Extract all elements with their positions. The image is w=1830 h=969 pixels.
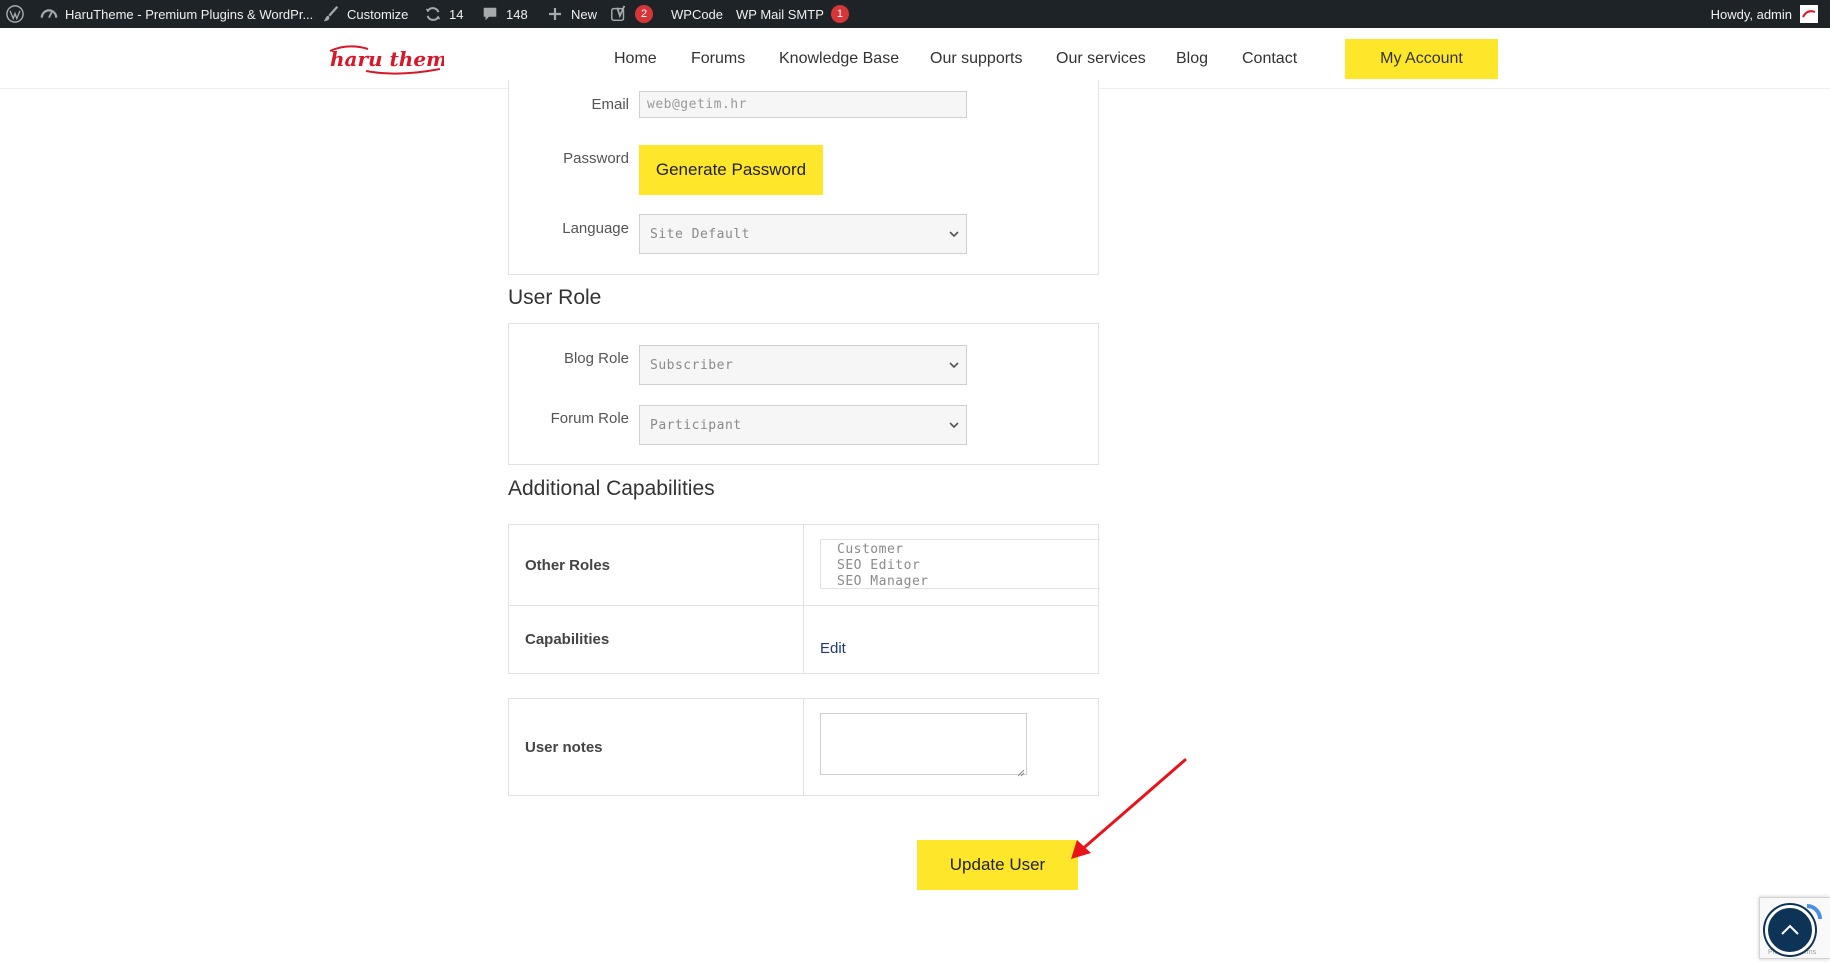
wp-mail-smtp-menu[interactable]: WP Mail SMTP 1	[736, 0, 849, 28]
user-role-heading: User Role	[508, 286, 602, 309]
blog-role-selected-value: Subscriber	[650, 357, 734, 373]
blog-role-select[interactable]: Subscriber	[639, 345, 967, 385]
refresh-icon	[424, 5, 442, 23]
other-roles-row: Other Roles Customer SEO Editor SEO Mana…	[509, 525, 1100, 606]
role-option-seo-editor[interactable]: SEO Editor	[837, 558, 1084, 574]
forum-role-selected-value: Participant	[650, 417, 742, 433]
additional-capabilities-heading: Additional Capabilities	[508, 477, 715, 500]
wp-admin-bar: HaruTheme - Premium Plugins & WordPr... …	[0, 0, 1830, 28]
wordpress-logo-menu[interactable]	[6, 0, 24, 28]
customize-label: Customize	[347, 6, 409, 22]
my-account-button[interactable]: My Account	[1345, 39, 1498, 79]
role-option-customer[interactable]: Customer	[837, 542, 1084, 558]
site-name-label: HaruTheme - Premium Plugins & WordPr...	[65, 6, 314, 22]
my-account-menu[interactable]: Howdy, admin	[1711, 0, 1792, 28]
user-notes-table: User notes	[508, 698, 1099, 796]
edit-capabilities-link[interactable]: Edit	[820, 640, 846, 657]
chevron-down-icon	[948, 359, 960, 371]
scroll-to-top-button[interactable]	[1765, 905, 1815, 955]
chevron-down-icon	[948, 228, 960, 240]
chevron-up-icon	[1781, 924, 1799, 935]
new-label: New	[571, 6, 598, 22]
wp-mail-smtp-badge: 1	[830, 5, 849, 23]
role-option-seo-manager[interactable]: SEO Manager	[837, 574, 1084, 590]
yoast-notification-badge: 2	[635, 5, 653, 23]
capabilities-label: Capabilities	[509, 606, 804, 673]
logo-wordmark: haru theme	[330, 47, 444, 71]
email-label: Email	[591, 96, 629, 113]
capabilities-table: Other Roles Customer SEO Editor SEO Mana…	[508, 524, 1100, 674]
comment-bubble-icon	[481, 5, 499, 23]
nav-blog[interactable]: Blog	[1176, 28, 1208, 89]
yoast-icon	[610, 5, 628, 23]
update-user-button[interactable]: Update User	[917, 840, 1078, 890]
comments-menu[interactable]: 148	[481, 0, 528, 28]
updates-count: 14	[449, 6, 464, 22]
forum-role-label: Forum Role	[550, 410, 629, 427]
updates-menu[interactable]: 14	[424, 0, 463, 28]
other-roles-multiselect[interactable]: Customer SEO Editor SEO Manager	[820, 539, 1100, 589]
user-notes-label: User notes	[509, 699, 804, 795]
user-role-panel: Blog Role Subscriber Forum Role Particip…	[508, 323, 1099, 465]
blog-role-label: Blog Role	[563, 350, 629, 367]
haru-theme-logo[interactable]: haru theme	[328, 42, 460, 76]
language-select[interactable]: Site Default	[639, 214, 967, 254]
language-label: Language	[562, 220, 629, 237]
account-management-panel: Email web@getim.hr Password Generate Pas…	[508, 80, 1099, 275]
plus-icon	[546, 5, 564, 23]
nav-contact[interactable]: Contact	[1242, 28, 1297, 89]
language-selected-value: Site Default	[650, 226, 750, 242]
wpcode-menu[interactable]: WPCode	[671, 0, 723, 28]
user-notes-textarea[interactable]	[820, 713, 1027, 777]
comments-count: 148	[506, 6, 528, 22]
customize-menu[interactable]: Customize	[322, 0, 408, 28]
generate-password-button[interactable]: Generate Password	[639, 145, 823, 195]
new-content-menu[interactable]: New	[546, 0, 597, 28]
capabilities-row: Capabilities Edit	[509, 606, 1098, 673]
wordpress-icon	[6, 5, 24, 23]
howdy-label: Howdy, admin	[1710, 6, 1792, 22]
forum-role-select[interactable]: Participant	[639, 405, 967, 445]
chevron-down-icon	[948, 419, 960, 431]
yoast-seo-menu[interactable]: 2	[610, 0, 653, 28]
password-label: Password	[563, 150, 629, 167]
dashboard-gauge-icon	[40, 5, 58, 23]
wp-mail-smtp-label: WP Mail SMTP	[736, 6, 824, 22]
paintbrush-icon	[322, 5, 340, 23]
admin-avatar[interactable]	[1800, 0, 1818, 28]
email-field[interactable]: web@getim.hr	[639, 91, 967, 118]
other-roles-label: Other Roles	[509, 525, 804, 605]
wpcode-label: WPCode	[671, 6, 724, 22]
avatar	[1800, 5, 1818, 23]
site-name-menu[interactable]: HaruTheme - Premium Plugins & WordPr...	[40, 0, 313, 28]
annotation-arrow-icon	[1071, 758, 1187, 859]
user-notes-row: User notes	[509, 699, 1098, 795]
resize-handle-icon[interactable]	[1016, 764, 1025, 777]
